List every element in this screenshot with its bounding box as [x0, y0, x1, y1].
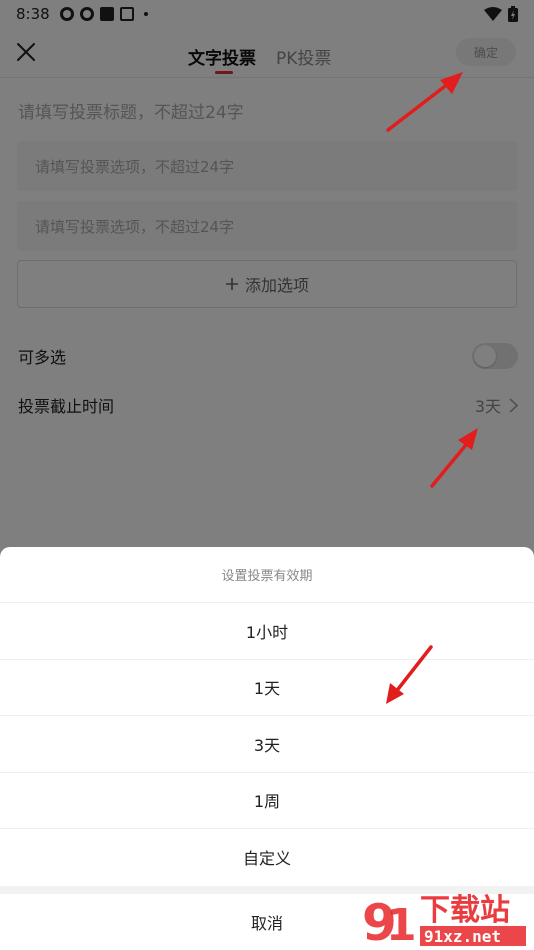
svg-text:1: 1 — [386, 900, 417, 948]
sheet-title: 设置投票有效期 — [0, 547, 534, 603]
sheet-option-3-days[interactable]: 3天 — [0, 716, 534, 773]
svg-text:下载站: 下载站 — [420, 893, 510, 928]
sheet-option-1-day[interactable]: 1天 — [0, 660, 534, 716]
sheet-option-1-hour[interactable]: 1小时 — [0, 603, 534, 660]
svg-text:91xz.net: 91xz.net — [424, 927, 501, 946]
sheet-option-custom[interactable]: 自定义 — [0, 829, 534, 886]
sheet-option-1-week[interactable]: 1周 — [0, 773, 534, 829]
site-watermark-logo: 9 1 下载站 91xz.net — [362, 893, 526, 948]
